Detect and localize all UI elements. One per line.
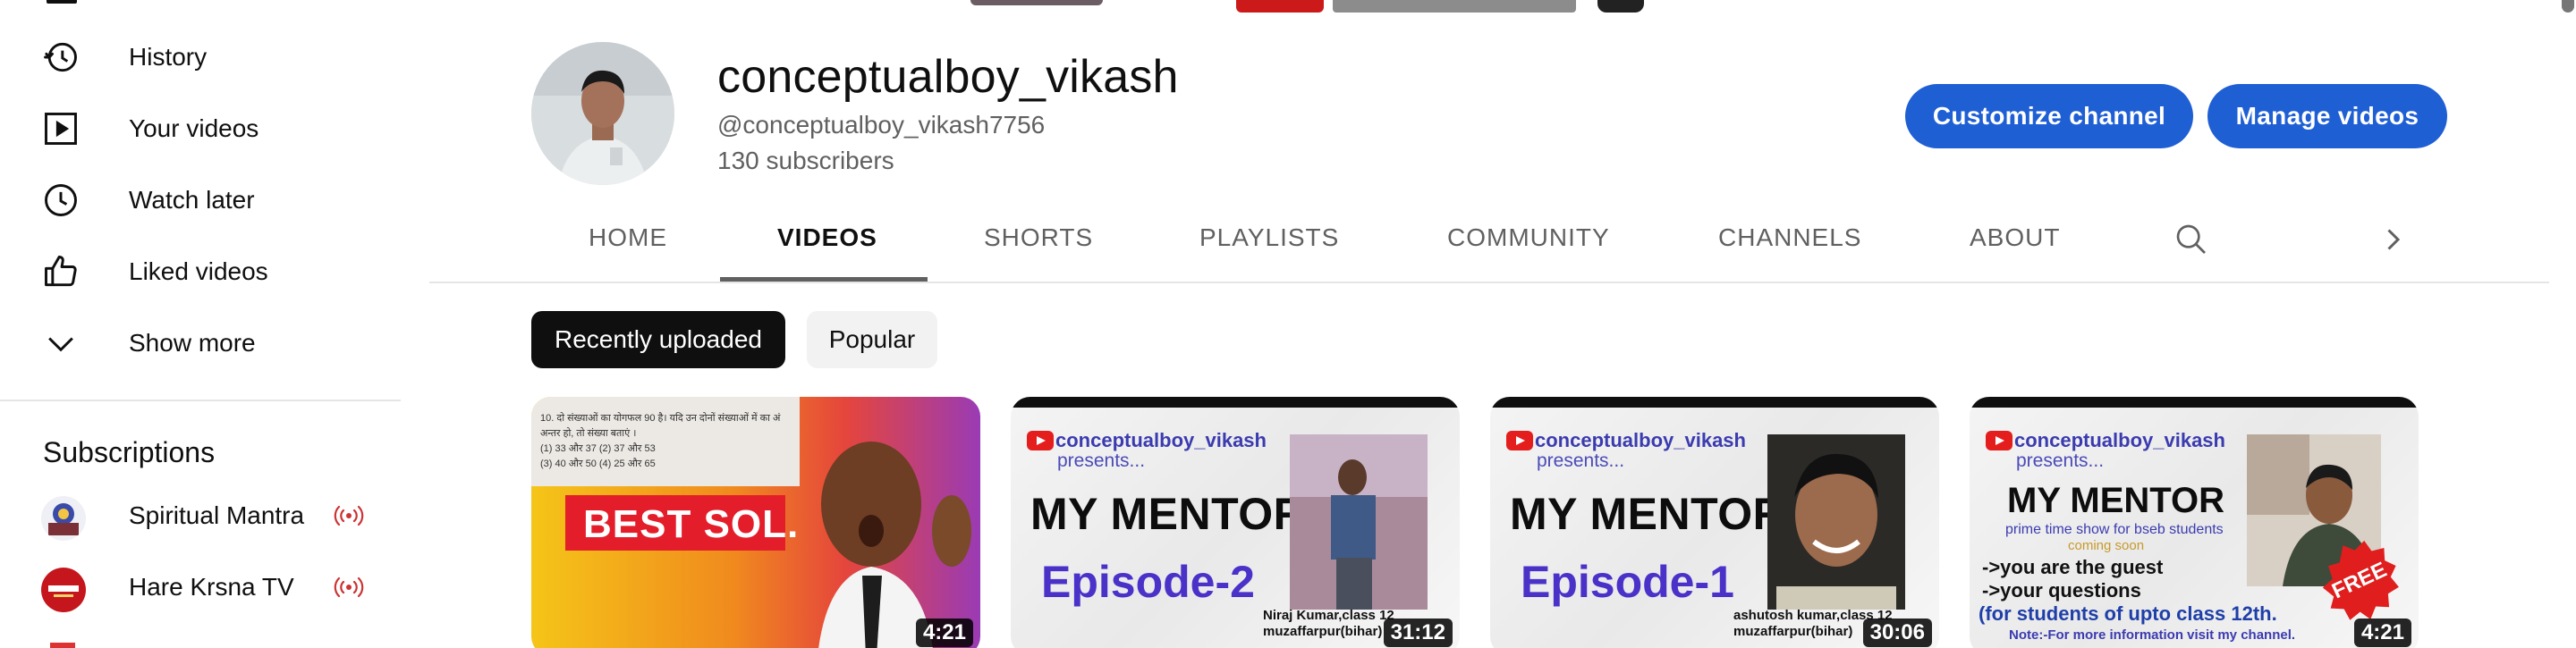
channel-name: conceptualboy_vikash <box>717 51 1179 103</box>
guest-photo <box>1767 434 1905 610</box>
sidebar-item-label: History <box>129 43 208 71</box>
youtube-logo-icon <box>1506 431 1533 450</box>
thumbnail-line: ->you are the guest <box>1982 556 2164 578</box>
video-duration: 31:12 <box>1383 619 1453 647</box>
sidebar-divider <box>0 400 401 401</box>
caption-line: Niraj Kumar,class 12 <box>1263 608 1394 623</box>
cutoff-bell-icon[interactable] <box>1597 0 1644 13</box>
thumbnail-episode: Episode-1 <box>1521 557 1734 607</box>
sidebar-show-more[interactable]: Show more <box>0 307 401 379</box>
thumbnail-presents: presents... <box>2016 450 2105 471</box>
youtube-logo-icon <box>1027 431 1054 450</box>
channel-avatar <box>41 568 86 612</box>
sidebar-item-label: Show more <box>129 329 256 357</box>
tab-playlists[interactable]: PLAYLISTS <box>1199 223 1339 252</box>
live-indicator-icon <box>334 575 364 600</box>
sidebar-item-your-videos[interactable]: Your videos <box>0 93 401 164</box>
channel-avatar <box>41 496 86 541</box>
cutoff-subscription-avatar <box>50 643 75 648</box>
thumbnail-mentor: MY MENTOR <box>1510 489 1786 539</box>
tab-about[interactable]: ABOUT <box>1970 223 2060 252</box>
cutoff-youtube-logo <box>1236 0 1324 13</box>
video-thumbnail[interactable]: 10. दो संख्याओं का योगफल 90 है। यदि उन द… <box>531 397 980 648</box>
guest-caption: Niraj Kumar,class 12 muzaffarpur(bihar) <box>1263 608 1394 640</box>
video-duration: 4:21 <box>915 619 973 647</box>
thumbnail-mentor: MY MENTOR <box>1030 489 1307 539</box>
sidebar-item-label: Liked videos <box>129 257 268 285</box>
subscription-item[interactable]: Spiritual Mantra <box>0 480 401 551</box>
cutoff-thumbnail <box>970 0 1103 5</box>
thumbnail-presents: presents... <box>1537 450 1625 471</box>
sidebar-item-watch-later[interactable]: Watch later <box>0 164 401 236</box>
tabs-divider <box>429 282 2549 283</box>
chip-recently-uploaded[interactable]: Recently uploaded <box>531 311 785 368</box>
watch-later-icon <box>41 181 80 220</box>
tab-channels[interactable]: CHANNELS <box>1718 223 1861 252</box>
youtube-logo-icon <box>1986 431 2012 450</box>
chip-popular[interactable]: Popular <box>807 311 937 368</box>
tab-community[interactable]: COMMUNITY <box>1447 223 1610 252</box>
thumbnail-brand: conceptualboy_vikash <box>2014 429 2225 451</box>
subscriber-count: 130 subscribers <box>717 147 894 174</box>
video-thumbnail[interactable]: conceptualboy_vikash presents... MY MENT… <box>1011 397 1460 648</box>
thumbnail-coming-soon: coming soon <box>2068 538 2145 553</box>
video-thumbnail[interactable]: conceptualboy_vikash presents... MY MENT… <box>1970 397 2419 648</box>
chevron-right-icon[interactable] <box>2379 223 2406 256</box>
thumbnail-line: (for students of upto class 12th. <box>1979 602 2277 625</box>
subscription-label: Hare Krsna TV <box>129 573 294 601</box>
youtube-channel-page: History Your videos Watch later Liked vi… <box>0 0 2576 648</box>
thumbnail-note: Note:-For more information visit my chan… <box>2009 627 2296 643</box>
subscriptions-heading: Subscriptions <box>43 436 216 468</box>
tab-videos[interactable]: VIDEOS <box>777 223 877 252</box>
question-text: 10. दो संख्याओं का योगफल 90 है। यदि उन द… <box>540 411 800 472</box>
subscription-label: Spiritual Mantra <box>129 501 305 529</box>
sidebar-item-label: Your videos <box>129 114 259 142</box>
video-duration: 4:21 <box>2353 619 2411 647</box>
history-icon <box>41 38 80 77</box>
search-icon[interactable] <box>2174 222 2209 257</box>
thumbnail-topbar <box>1011 397 1460 408</box>
cutoff-menu-icon <box>47 0 77 4</box>
scrollbar-thumb[interactable] <box>2562 0 2574 13</box>
like-icon <box>41 252 80 291</box>
question-line: 10. दो संख्याओं का योगफल 90 है। यदि उन द… <box>540 413 781 424</box>
question-line: अन्तर हो, तो संख्या बताएं । <box>540 428 637 439</box>
manage-videos-button[interactable]: Manage videos <box>2207 84 2447 148</box>
sidebar: History Your videos Watch later Liked vi… <box>0 0 401 648</box>
chevron-down-icon <box>41 324 80 363</box>
video-duration: 30:06 <box>1862 619 1932 647</box>
sidebar-item-history[interactable]: History <box>0 21 401 93</box>
question-line: (3) 40 और 50 (4) 25 और 65 <box>540 459 656 469</box>
subscription-item[interactable]: Hare Krsna TV <box>0 551 401 623</box>
thumbnail-subtitle: prime time show for bseb students <box>2005 522 2224 537</box>
sidebar-item-label: Watch later <box>129 186 255 214</box>
tab-home[interactable]: HOME <box>589 223 667 252</box>
your-videos-icon <box>41 109 80 148</box>
tab-shorts[interactable]: SHORTS <box>984 223 1093 252</box>
customize-channel-button[interactable]: Customize channel <box>1905 84 2193 148</box>
caption-line: muzaffarpur(bihar) <box>1263 624 1383 639</box>
thumbnail-presents: presents... <box>1057 450 1146 471</box>
thumbnail-brand: conceptualboy_vikash <box>1055 429 1267 451</box>
thumbnail-mentor: MY MENTOR <box>2007 481 2224 520</box>
thumbnail-title: BEST SOL. <box>583 502 800 546</box>
thumbnail-brand: conceptualboy_vikash <box>1535 429 1746 451</box>
channel-avatar-large[interactable] <box>531 42 674 185</box>
live-indicator-icon <box>334 503 364 528</box>
thumbnail-episode: Episode-2 <box>1041 557 1255 607</box>
video-thumbnail[interactable]: conceptualboy_vikash presents... MY MENT… <box>1490 397 1939 648</box>
thumbnail-line: ->your questions <box>1982 579 2141 602</box>
channel-handle: @conceptualboy_vikash7756 <box>717 111 1046 139</box>
guest-photo <box>1290 434 1428 610</box>
cutoff-subscribed-button[interactable] <box>1333 0 1576 13</box>
question-line: (1) 33 और 37 (2) 37 और 53 <box>540 443 656 454</box>
thumbnail-topbar <box>1970 397 2419 408</box>
sidebar-item-liked-videos[interactable]: Liked videos <box>0 236 401 307</box>
thumbnail-topbar <box>1490 397 1939 408</box>
